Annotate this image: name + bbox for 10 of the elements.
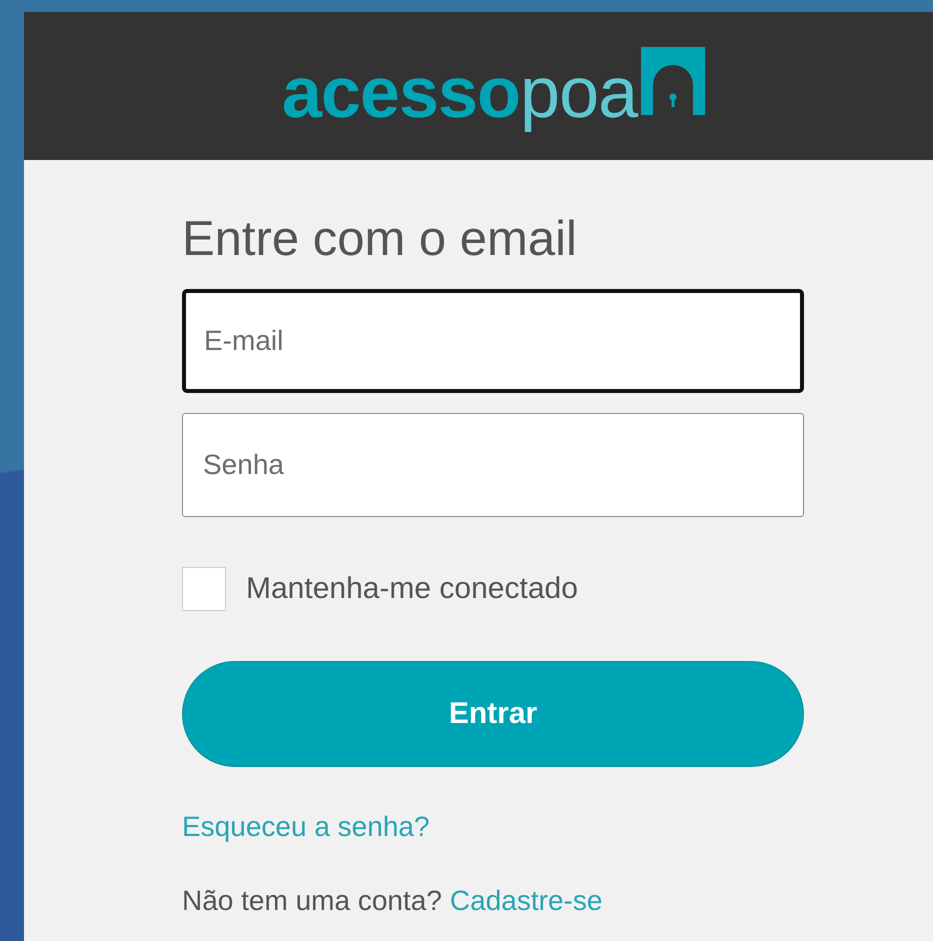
arch-keyhole-icon — [641, 47, 706, 115]
checkbox[interactable] — [182, 566, 226, 611]
input-field[interactable]: E-mail — [182, 288, 804, 393]
forgot-password-link[interactable]: Esqueceu a senha? — [182, 810, 430, 843]
signup-link[interactable]: Cadastre-se — [450, 884, 602, 917]
input-field[interactable]: Senha — [182, 412, 804, 517]
remember-label: Mantenha-me conectado — [246, 572, 578, 606]
form-title: Entre com o email — [182, 211, 577, 268]
submit-button[interactable]: Entrar — [182, 660, 804, 767]
signup-prompt: Não tem uma conta? — [182, 884, 442, 917]
